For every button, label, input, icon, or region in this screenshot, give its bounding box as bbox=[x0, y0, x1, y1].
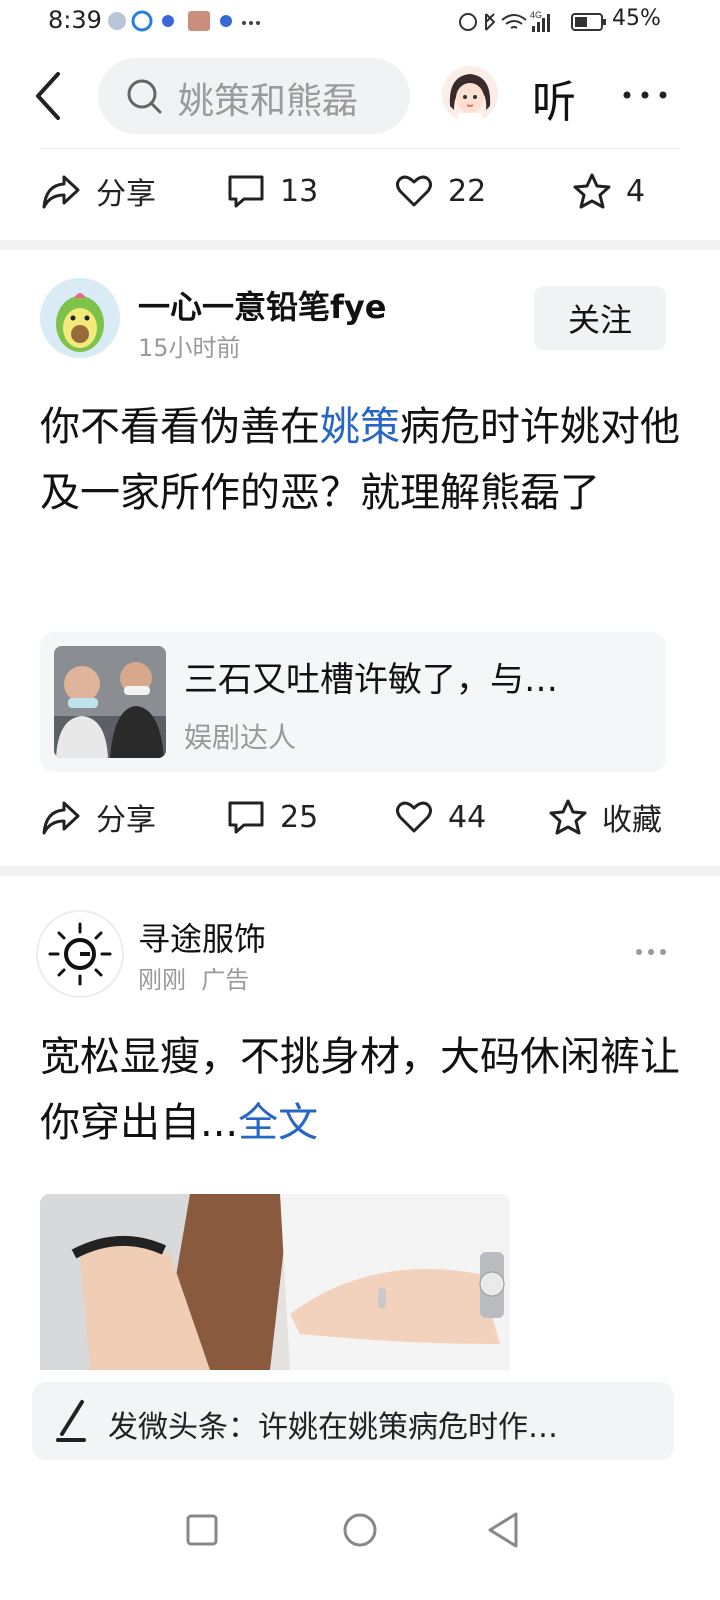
search-text: 姚策和熊磊 bbox=[178, 81, 359, 122]
post-content[interactable]: 你不看看伪善在姚策病危时许姚对他及一家所作的恶？就理解熊磊了 bbox=[40, 394, 680, 526]
star-icon bbox=[573, 173, 611, 209]
section-divider bbox=[0, 866, 720, 876]
nav-back-button[interactable] bbox=[488, 1512, 518, 1548]
two-men-photo-icon bbox=[54, 646, 166, 758]
heart-icon bbox=[396, 801, 432, 833]
section-divider bbox=[0, 240, 720, 250]
user-avatar[interactable] bbox=[442, 66, 498, 122]
prev-post-action-bar: 分享 13 22 4 bbox=[0, 156, 720, 226]
follow-button[interactable]: 关注 bbox=[534, 286, 666, 350]
comment-icon bbox=[228, 175, 264, 208]
share-button[interactable]: 分享 bbox=[40, 782, 156, 852]
compose-text: 发微头条：许姚在姚策病危时作… bbox=[108, 1410, 558, 1445]
ad-meta: 刚刚 广告 bbox=[138, 960, 249, 995]
ad-image[interactable] bbox=[40, 1194, 510, 1370]
status-bar: 8:39 4G 45% bbox=[0, 0, 720, 44]
system-status-icons: 4G bbox=[459, 10, 606, 32]
system-nav-bar bbox=[186, 1512, 518, 1548]
post-time: 15小时前 bbox=[138, 334, 241, 362]
share-icon bbox=[42, 175, 80, 209]
like-button[interactable]: 44 bbox=[394, 782, 486, 852]
listen-button[interactable]: 听 bbox=[532, 66, 576, 130]
recents-button[interactable] bbox=[186, 1514, 218, 1546]
favorite-label: 收藏 bbox=[602, 803, 662, 838]
favorite-count: 4 bbox=[626, 173, 646, 209]
star-icon bbox=[549, 799, 587, 835]
ad-content[interactable]: 宽松显瘦，不挑身材，大码休闲裤让你穿出自...全文 bbox=[40, 1024, 680, 1156]
like-button[interactable]: 22 bbox=[394, 156, 486, 226]
ad-text: 宽松显瘦，不挑身材，大码休闲裤让你穿出自... bbox=[40, 1034, 680, 1146]
advertiser-name[interactable]: 寻途服饰 bbox=[138, 914, 266, 960]
comment-count: 25 bbox=[280, 799, 319, 835]
comment-count: 13 bbox=[280, 173, 319, 209]
article-thumbnail bbox=[54, 646, 166, 758]
author-avatar[interactable] bbox=[40, 278, 120, 358]
share-button[interactable]: 分享 bbox=[40, 156, 156, 226]
search-bar[interactable]: 姚策和熊磊 bbox=[98, 58, 410, 134]
avocado-avatar-icon bbox=[40, 278, 120, 358]
post-text-before: 你不看看伪善在 bbox=[40, 404, 320, 450]
battery-percent: 45% bbox=[612, 6, 661, 31]
back-arrow-icon[interactable] bbox=[28, 66, 72, 126]
comment-button[interactable]: 25 bbox=[226, 782, 318, 852]
ad-more-icon[interactable] bbox=[634, 944, 668, 960]
search-icon bbox=[127, 79, 162, 114]
favorite-button[interactable]: 4 bbox=[572, 156, 645, 226]
divider bbox=[40, 148, 680, 149]
share-label: 分享 bbox=[96, 803, 156, 838]
comment-icon bbox=[228, 801, 264, 834]
heart-icon bbox=[396, 175, 432, 207]
svg-text:4G: 4G bbox=[530, 10, 542, 20]
share-icon bbox=[42, 801, 80, 835]
like-count: 44 bbox=[448, 799, 487, 835]
share-label: 分享 bbox=[96, 177, 156, 212]
product-photo-icon bbox=[40, 1194, 510, 1370]
article-source: 娱剧达人 bbox=[184, 721, 297, 754]
comment-button[interactable]: 13 bbox=[226, 156, 318, 226]
avatar-illustration-icon bbox=[442, 66, 498, 122]
full-text-link[interactable]: 全文 bbox=[238, 1100, 318, 1146]
post-action-bar: 分享 25 44 收藏 bbox=[0, 782, 720, 852]
ad-tag: 广告 bbox=[201, 966, 250, 994]
ad-time: 刚刚 bbox=[138, 966, 186, 994]
compose-bar[interactable]: 发微头条：许姚在姚策病危时作… bbox=[32, 1382, 674, 1460]
pen-icon bbox=[56, 1400, 86, 1442]
sun-g-logo-icon bbox=[48, 922, 112, 986]
advertiser-logo[interactable] bbox=[36, 910, 124, 998]
like-count: 22 bbox=[448, 173, 487, 209]
linked-article-card[interactable]: 三石又吐槽许敏了，与… 娱剧达人 bbox=[40, 632, 666, 772]
home-button[interactable] bbox=[343, 1513, 377, 1547]
more-options-icon[interactable] bbox=[620, 80, 670, 110]
article-title: 三石又吐槽许敏了，与… bbox=[184, 660, 558, 700]
topic-link[interactable]: 姚策 bbox=[320, 404, 400, 450]
notification-icons bbox=[108, 10, 260, 32]
author-name[interactable]: 一心一意铅笔fye bbox=[138, 282, 387, 328]
status-time: 8:39 bbox=[48, 6, 102, 34]
favorite-button[interactable]: 收藏 bbox=[548, 782, 662, 852]
